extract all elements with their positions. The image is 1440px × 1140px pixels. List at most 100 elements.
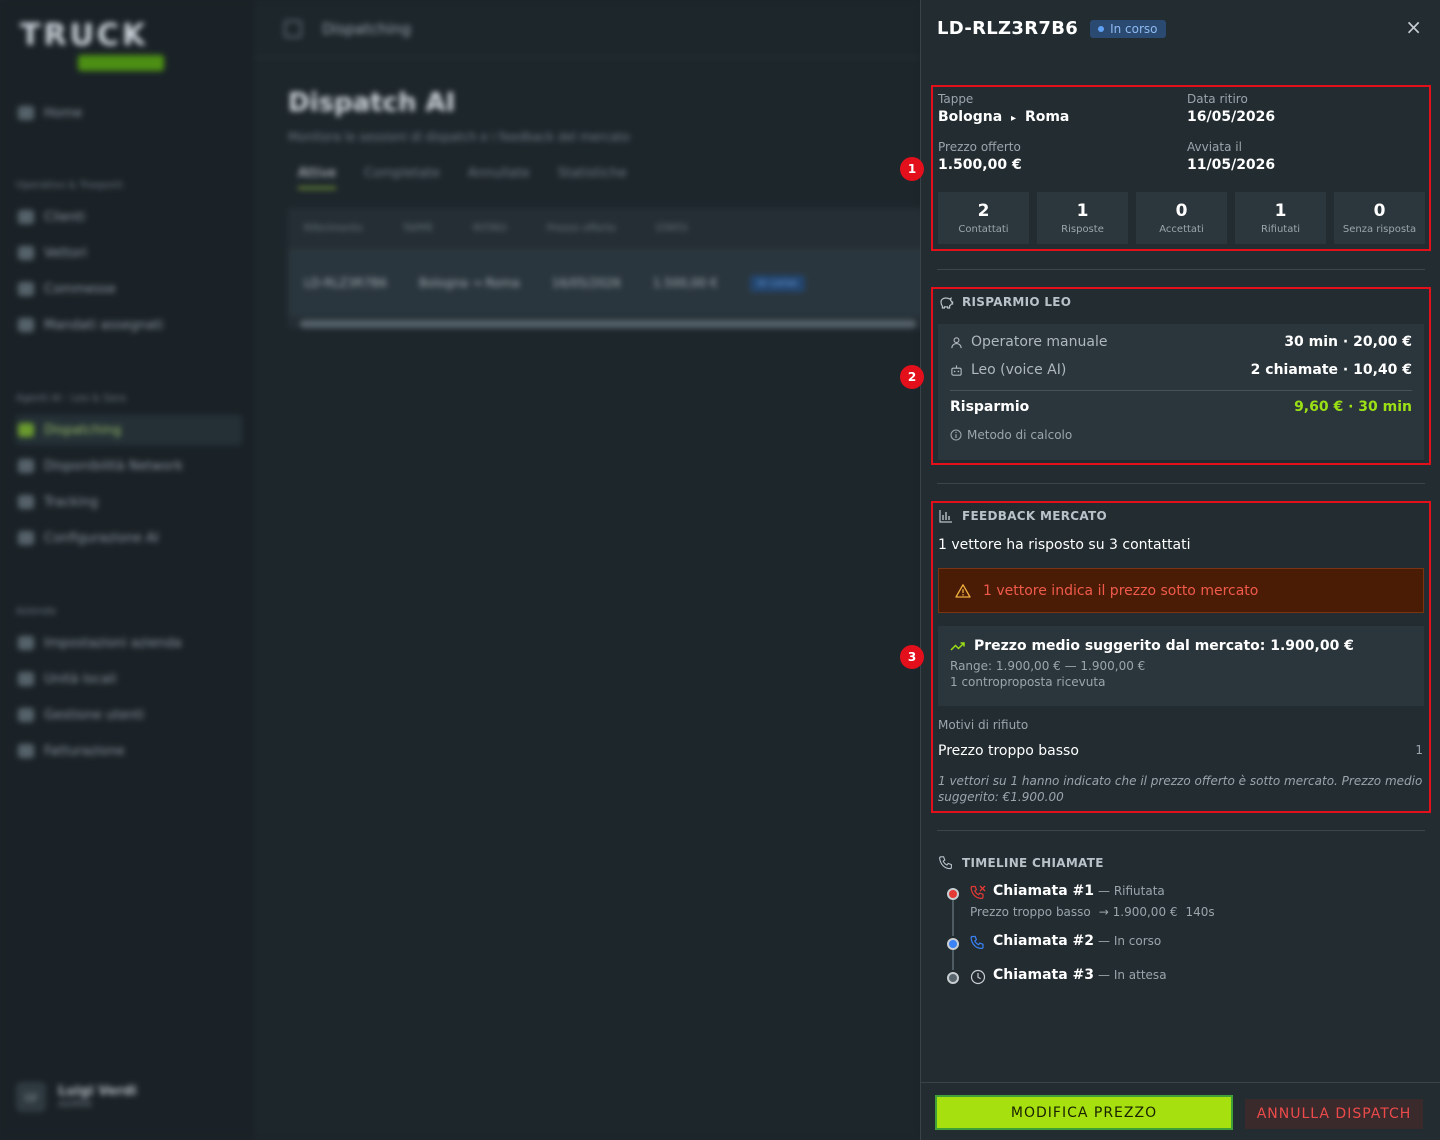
feedback-note: 1 vettori su 1 hanno indicato che il pre… [938, 774, 1423, 804]
truck-icon [18, 246, 34, 260]
info-icon [950, 429, 962, 441]
table-row[interactable]: LD-RLZ3R7B6 Bologna → Roma 16/05/2026 1.… [288, 250, 928, 316]
phone-missed-icon [970, 885, 986, 900]
drawer-header: LD-RLZ3R7B6 In corso [937, 18, 1166, 39]
marker-2: 2 [900, 365, 924, 389]
divider [937, 830, 1425, 831]
tab-completate[interactable]: Completate [364, 166, 440, 189]
sidebar-item-config-ai[interactable]: Configurazione AI [16, 523, 242, 553]
avatar: LV [16, 1082, 46, 1112]
stat-rifiutati: 1 Rifiutati [1235, 192, 1326, 244]
phone-icon [970, 935, 984, 950]
trending-up-icon [950, 642, 965, 651]
close-button[interactable]: × [1405, 15, 1422, 39]
page-header: Dispatch AI Monitora le sessioni di disp… [288, 88, 630, 144]
sidebar-toggle-icon[interactable] [284, 19, 302, 38]
user-profile[interactable]: LV Luigi Verdi ADMIN [16, 1082, 137, 1112]
started-date-field: Avviata il 11/05/2026 [1187, 140, 1276, 173]
logo: TRUCK [20, 18, 164, 71]
topbar: Dispatching [254, 0, 920, 58]
timeline-section-title: TIMELINE CHIAMATE [938, 855, 1104, 871]
savings-card: Operatore manuale 30 min · 20,00 € Leo (… [938, 324, 1424, 460]
stops-field: Tappe Bologna ▸ Roma [938, 92, 1070, 125]
network-icon [18, 459, 34, 473]
send-icon [18, 282, 34, 296]
document-icon [18, 318, 34, 332]
topbar-title: Dispatching [322, 19, 412, 38]
status-dot [947, 888, 959, 900]
sidebar-item-clienti[interactable]: Clienti [16, 202, 242, 232]
building-icon [18, 672, 34, 686]
cancel-dispatch-button[interactable]: ANNULLA DISPATCH [1245, 1099, 1423, 1129]
arrow-right-icon: ▸ [1011, 113, 1017, 124]
manual-operator-row: Operatore manuale 30 min · 20,00 € [950, 334, 1412, 350]
marker-1: 1 [900, 157, 924, 181]
tracking-icon [18, 495, 34, 509]
dispatch-table: Riferimento TAPPE RITIRO Prezzo offerto … [288, 208, 928, 328]
main-content: Dispatching Dispatch AI Monitora le sess… [254, 0, 928, 1140]
stat-senza-risposta: 0 Senza risposta [1334, 192, 1425, 244]
user-icon [951, 336, 962, 348]
stat-risposte: 1 Risposte [1037, 192, 1128, 244]
clock-icon [970, 969, 986, 985]
sidebar-item-users[interactable]: Gestione utenti [16, 700, 242, 730]
invoice-icon [18, 744, 34, 758]
sidebar-item-home[interactable]: Home [16, 98, 242, 128]
status-badge: In corso [1090, 19, 1166, 38]
bar-chart-icon [939, 510, 952, 523]
offered-price-field: Prezzo offerto 1.500,00 € [938, 140, 1022, 173]
refusal-reason-row: Prezzo troppo basso 1 [938, 743, 1423, 759]
settings-icon [18, 636, 34, 650]
marker-3: 3 [900, 645, 924, 669]
load-id: LD-RLZ3R7B6 [937, 18, 1079, 39]
clients-icon [18, 210, 34, 224]
savings-section-title: RISPARMIO LEO [938, 294, 1071, 310]
page-title: Dispatch AI [288, 88, 456, 118]
status-badge: In corso [749, 274, 806, 292]
sidebar-section: Agenti AI - Leo & Sara [16, 393, 126, 404]
leo-ai-row: Leo (voice AI) 2 chiamate · 10,40 € [950, 362, 1412, 378]
feedback-summary: 1 vettore ha risposto su 3 contattati [938, 537, 1191, 553]
sidebar-item-settings[interactable]: Impostazioni azienda [16, 628, 242, 658]
sidebar-item-units[interactable]: Unità locali [16, 664, 242, 694]
piggy-bank-icon [940, 297, 954, 309]
calculation-method-link[interactable]: Metodo di calcolo [950, 428, 1072, 442]
tab-statistiche[interactable]: Statistiche [558, 166, 627, 189]
dispatch-icon [18, 423, 34, 437]
savings-total-row: Risparmio 9,60 € · 30 min [950, 399, 1412, 415]
sidebar-item-vettori[interactable]: Vettori [16, 238, 242, 268]
sidebar-item-dispatching[interactable]: Dispatching [16, 415, 242, 445]
sidebar-item-network[interactable]: Disponibilità Network [16, 451, 242, 481]
phone-icon [939, 856, 952, 870]
table-header: Riferimento TAPPE RITIRO Prezzo offerto … [288, 208, 928, 250]
home-icon [18, 106, 34, 120]
status-dot [947, 938, 959, 950]
market-price-card: Prezzo medio suggerito dal mercato: 1.90… [938, 626, 1424, 706]
pickup-date-field: Data ritiro 16/05/2026 [1187, 92, 1276, 125]
robot-icon [951, 364, 962, 376]
sidebar-item-mandati[interactable]: Mandati assegnati [16, 310, 242, 340]
stat-accettati: 0 Accettati [1136, 192, 1227, 244]
drawer-footer: MODIFICA PREZZO ANNULLA DISPATCH [921, 1082, 1440, 1140]
warning-icon [955, 583, 971, 598]
sidebar-item-tracking[interactable]: Tracking [16, 487, 242, 517]
sidebar-section: Operativo & Trasporti [16, 180, 123, 191]
sidebar-item-commesse[interactable]: Commesse [16, 274, 242, 304]
divider [937, 269, 1425, 270]
edit-price-button[interactable]: MODIFICA PREZZO [935, 1095, 1233, 1130]
refusal-reasons-label: Motivi di rifiuto [938, 718, 1029, 732]
sidebar-section: Azienda [16, 606, 56, 617]
divider [937, 483, 1425, 484]
dispatch-detail-drawer: LD-RLZ3R7B6 In corso × 1 Tappe Bologna ▸… [900, 0, 1440, 1140]
gear-icon [18, 531, 34, 545]
background-app: TRUCK Home Operativo & Trasporti Clienti… [0, 0, 928, 1140]
sidebar-item-billing[interactable]: Fatturazione [16, 736, 242, 766]
tab-attive[interactable]: Attive [298, 166, 337, 189]
tab-annullate[interactable]: Annullate [468, 166, 530, 189]
users-icon [18, 708, 34, 722]
below-market-alert: 1 vettore indica il prezzo sotto mercato [938, 568, 1424, 613]
status-dot-icon [1098, 25, 1105, 32]
horizontal-scrollbar[interactable] [300, 320, 916, 328]
feedback-section-title: FEEDBACK MERCATO [938, 508, 1107, 524]
tabs: Attive Completate Annullate Statistiche [298, 166, 627, 189]
